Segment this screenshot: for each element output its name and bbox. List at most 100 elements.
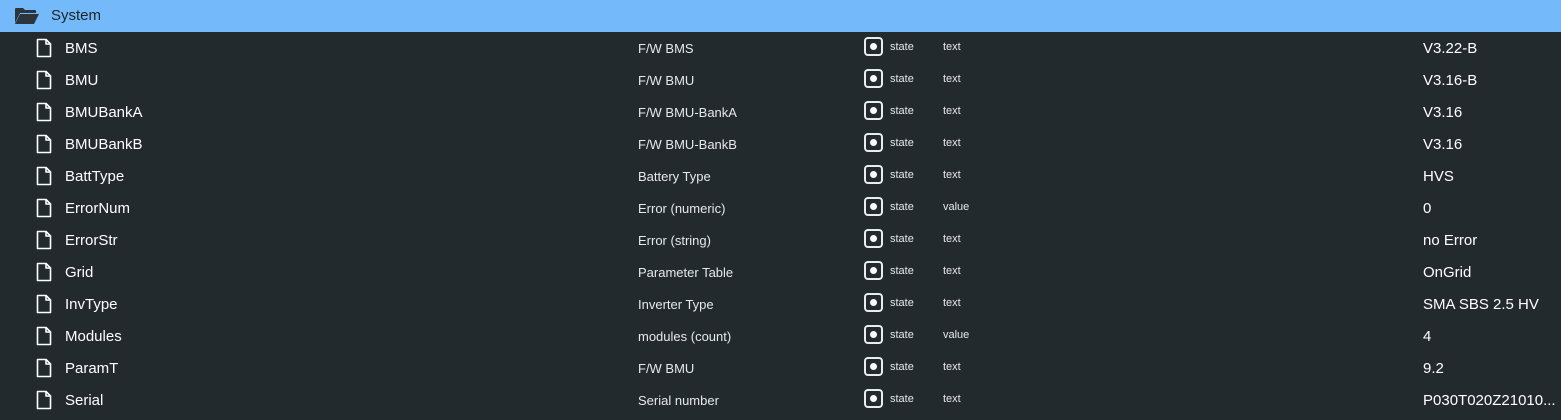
state-value: 9.2 xyxy=(1423,360,1444,377)
state-description: Serial number xyxy=(638,393,719,408)
state-type: text xyxy=(943,265,961,277)
state-type: text xyxy=(943,41,961,53)
file-icon xyxy=(36,70,52,90)
state-type: text xyxy=(943,105,961,117)
state-name: ErrorNum xyxy=(65,200,131,217)
state-role: state xyxy=(890,169,914,181)
state-type: text xyxy=(943,393,961,405)
state-value: V3.16-B xyxy=(1423,72,1478,89)
state-type: text xyxy=(943,73,961,85)
state-edit-button[interactable] xyxy=(864,229,883,248)
state-row[interactable]: Grid Parameter Table state text OnGrid xyxy=(0,256,1561,288)
state-edit-button[interactable] xyxy=(864,37,883,56)
state-description: Inverter Type xyxy=(638,297,714,312)
state-role: state xyxy=(890,329,914,341)
state-type: value xyxy=(943,201,970,213)
file-icon xyxy=(36,102,52,122)
state-list: BMS F/W BMS state text V3.22-B BMU F/W BMU stat… xyxy=(0,32,1561,416)
state-value: P030T020Z21010... xyxy=(1423,392,1556,409)
state-name: Serial xyxy=(65,392,104,409)
file-icon xyxy=(36,390,52,410)
file-icon xyxy=(36,326,52,346)
state-row[interactable]: ErrorStr Error (string) state text no Error xyxy=(0,224,1561,256)
state-value: SMA SBS 2.5 HV xyxy=(1423,296,1539,313)
state-edit-button[interactable] xyxy=(864,389,883,408)
state-role: state xyxy=(890,105,914,117)
state-value: no Error xyxy=(1423,232,1478,249)
state-value: 0 xyxy=(1423,200,1432,217)
file-icon xyxy=(36,198,52,218)
state-edit-button[interactable] xyxy=(864,325,883,344)
state-description: F/W BMS xyxy=(638,41,694,56)
state-edit-button[interactable] xyxy=(864,261,883,280)
state-edit-button[interactable] xyxy=(864,133,883,152)
state-value: V3.16 xyxy=(1423,104,1463,121)
state-edit-button[interactable] xyxy=(864,197,883,216)
state-description: F/W BMU-BankB xyxy=(638,137,737,152)
file-icon xyxy=(36,38,52,58)
state-type: text xyxy=(943,169,961,181)
state-description: F/W BMU-BankA xyxy=(638,105,737,120)
state-edit-button[interactable] xyxy=(864,101,883,120)
state-row[interactable]: BattType Battery Type state text HVS xyxy=(0,160,1561,192)
state-edit-button[interactable] xyxy=(864,357,883,376)
state-value: V3.16 xyxy=(1423,136,1463,153)
state-value: 4 xyxy=(1423,328,1432,345)
state-type: text xyxy=(943,137,961,149)
state-row[interactable]: Serial Serial number state text P030T020Z210… xyxy=(0,384,1561,416)
state-name: ErrorStr xyxy=(65,232,118,249)
state-description: Error (numeric) xyxy=(638,201,726,216)
state-name: BMUBankB xyxy=(65,136,143,153)
state-value: OnGrid xyxy=(1423,264,1472,281)
file-icon xyxy=(36,358,52,378)
state-row[interactable]: ParamT F/W BMU state text 9.2 xyxy=(0,352,1561,384)
state-description: Parameter Table xyxy=(638,265,734,280)
folder-title: System xyxy=(51,7,102,24)
file-icon xyxy=(36,294,52,314)
file-icon xyxy=(36,230,52,250)
state-row[interactable]: ErrorNum Error (numeric) state value 0 xyxy=(0,192,1561,224)
state-row[interactable]: BMU F/W BMU state text V3.16-B xyxy=(0,64,1561,96)
state-description: F/W BMU xyxy=(638,73,695,88)
state-name: BMUBankA xyxy=(65,104,143,121)
state-value: HVS xyxy=(1423,168,1454,185)
state-name: InvType xyxy=(65,296,118,313)
state-type: text xyxy=(943,361,961,373)
state-role: state xyxy=(890,41,914,53)
state-role: state xyxy=(890,73,914,85)
state-description: Battery Type xyxy=(638,169,711,184)
state-value: V3.22-B xyxy=(1423,40,1478,57)
state-description: modules (count) xyxy=(638,329,732,344)
state-type: value xyxy=(943,329,970,341)
state-role: state xyxy=(890,201,914,213)
file-icon xyxy=(36,166,52,186)
state-row[interactable]: BMUBankB F/W BMU-BankB state text V3.16 xyxy=(0,128,1561,160)
state-name: ParamT xyxy=(65,360,119,377)
state-row[interactable]: Modules modules (count) state value 4 xyxy=(0,320,1561,352)
file-icon xyxy=(36,262,52,282)
state-role: state xyxy=(890,393,914,405)
state-name: BattType xyxy=(65,168,125,185)
state-description: F/W BMU xyxy=(638,361,695,376)
folder-header-system[interactable]: System xyxy=(0,0,1561,32)
file-icon xyxy=(36,134,52,154)
state-name: Modules xyxy=(65,328,122,345)
state-edit-button[interactable] xyxy=(864,69,883,88)
state-role: state xyxy=(890,233,914,245)
state-row[interactable]: BMS F/W BMS state text V3.22-B xyxy=(0,32,1561,64)
state-row[interactable]: InvType Inverter Type state text SMA SBS 2.5… xyxy=(0,288,1561,320)
state-type: text xyxy=(943,297,961,309)
state-name: Grid xyxy=(65,264,94,281)
folder-open-icon xyxy=(15,8,39,24)
state-role: state xyxy=(890,137,914,149)
state-role: state xyxy=(890,265,914,277)
state-role: state xyxy=(890,297,914,309)
state-edit-button[interactable] xyxy=(864,293,883,312)
state-row[interactable]: BMUBankA F/W BMU-BankA state text V3.16 xyxy=(0,96,1561,128)
state-type: text xyxy=(943,233,961,245)
state-role: state xyxy=(890,361,914,373)
state-name: BMU xyxy=(65,72,99,89)
state-name: BMS xyxy=(65,40,98,57)
state-edit-button[interactable] xyxy=(864,165,883,184)
state-description: Error (string) xyxy=(638,233,711,248)
